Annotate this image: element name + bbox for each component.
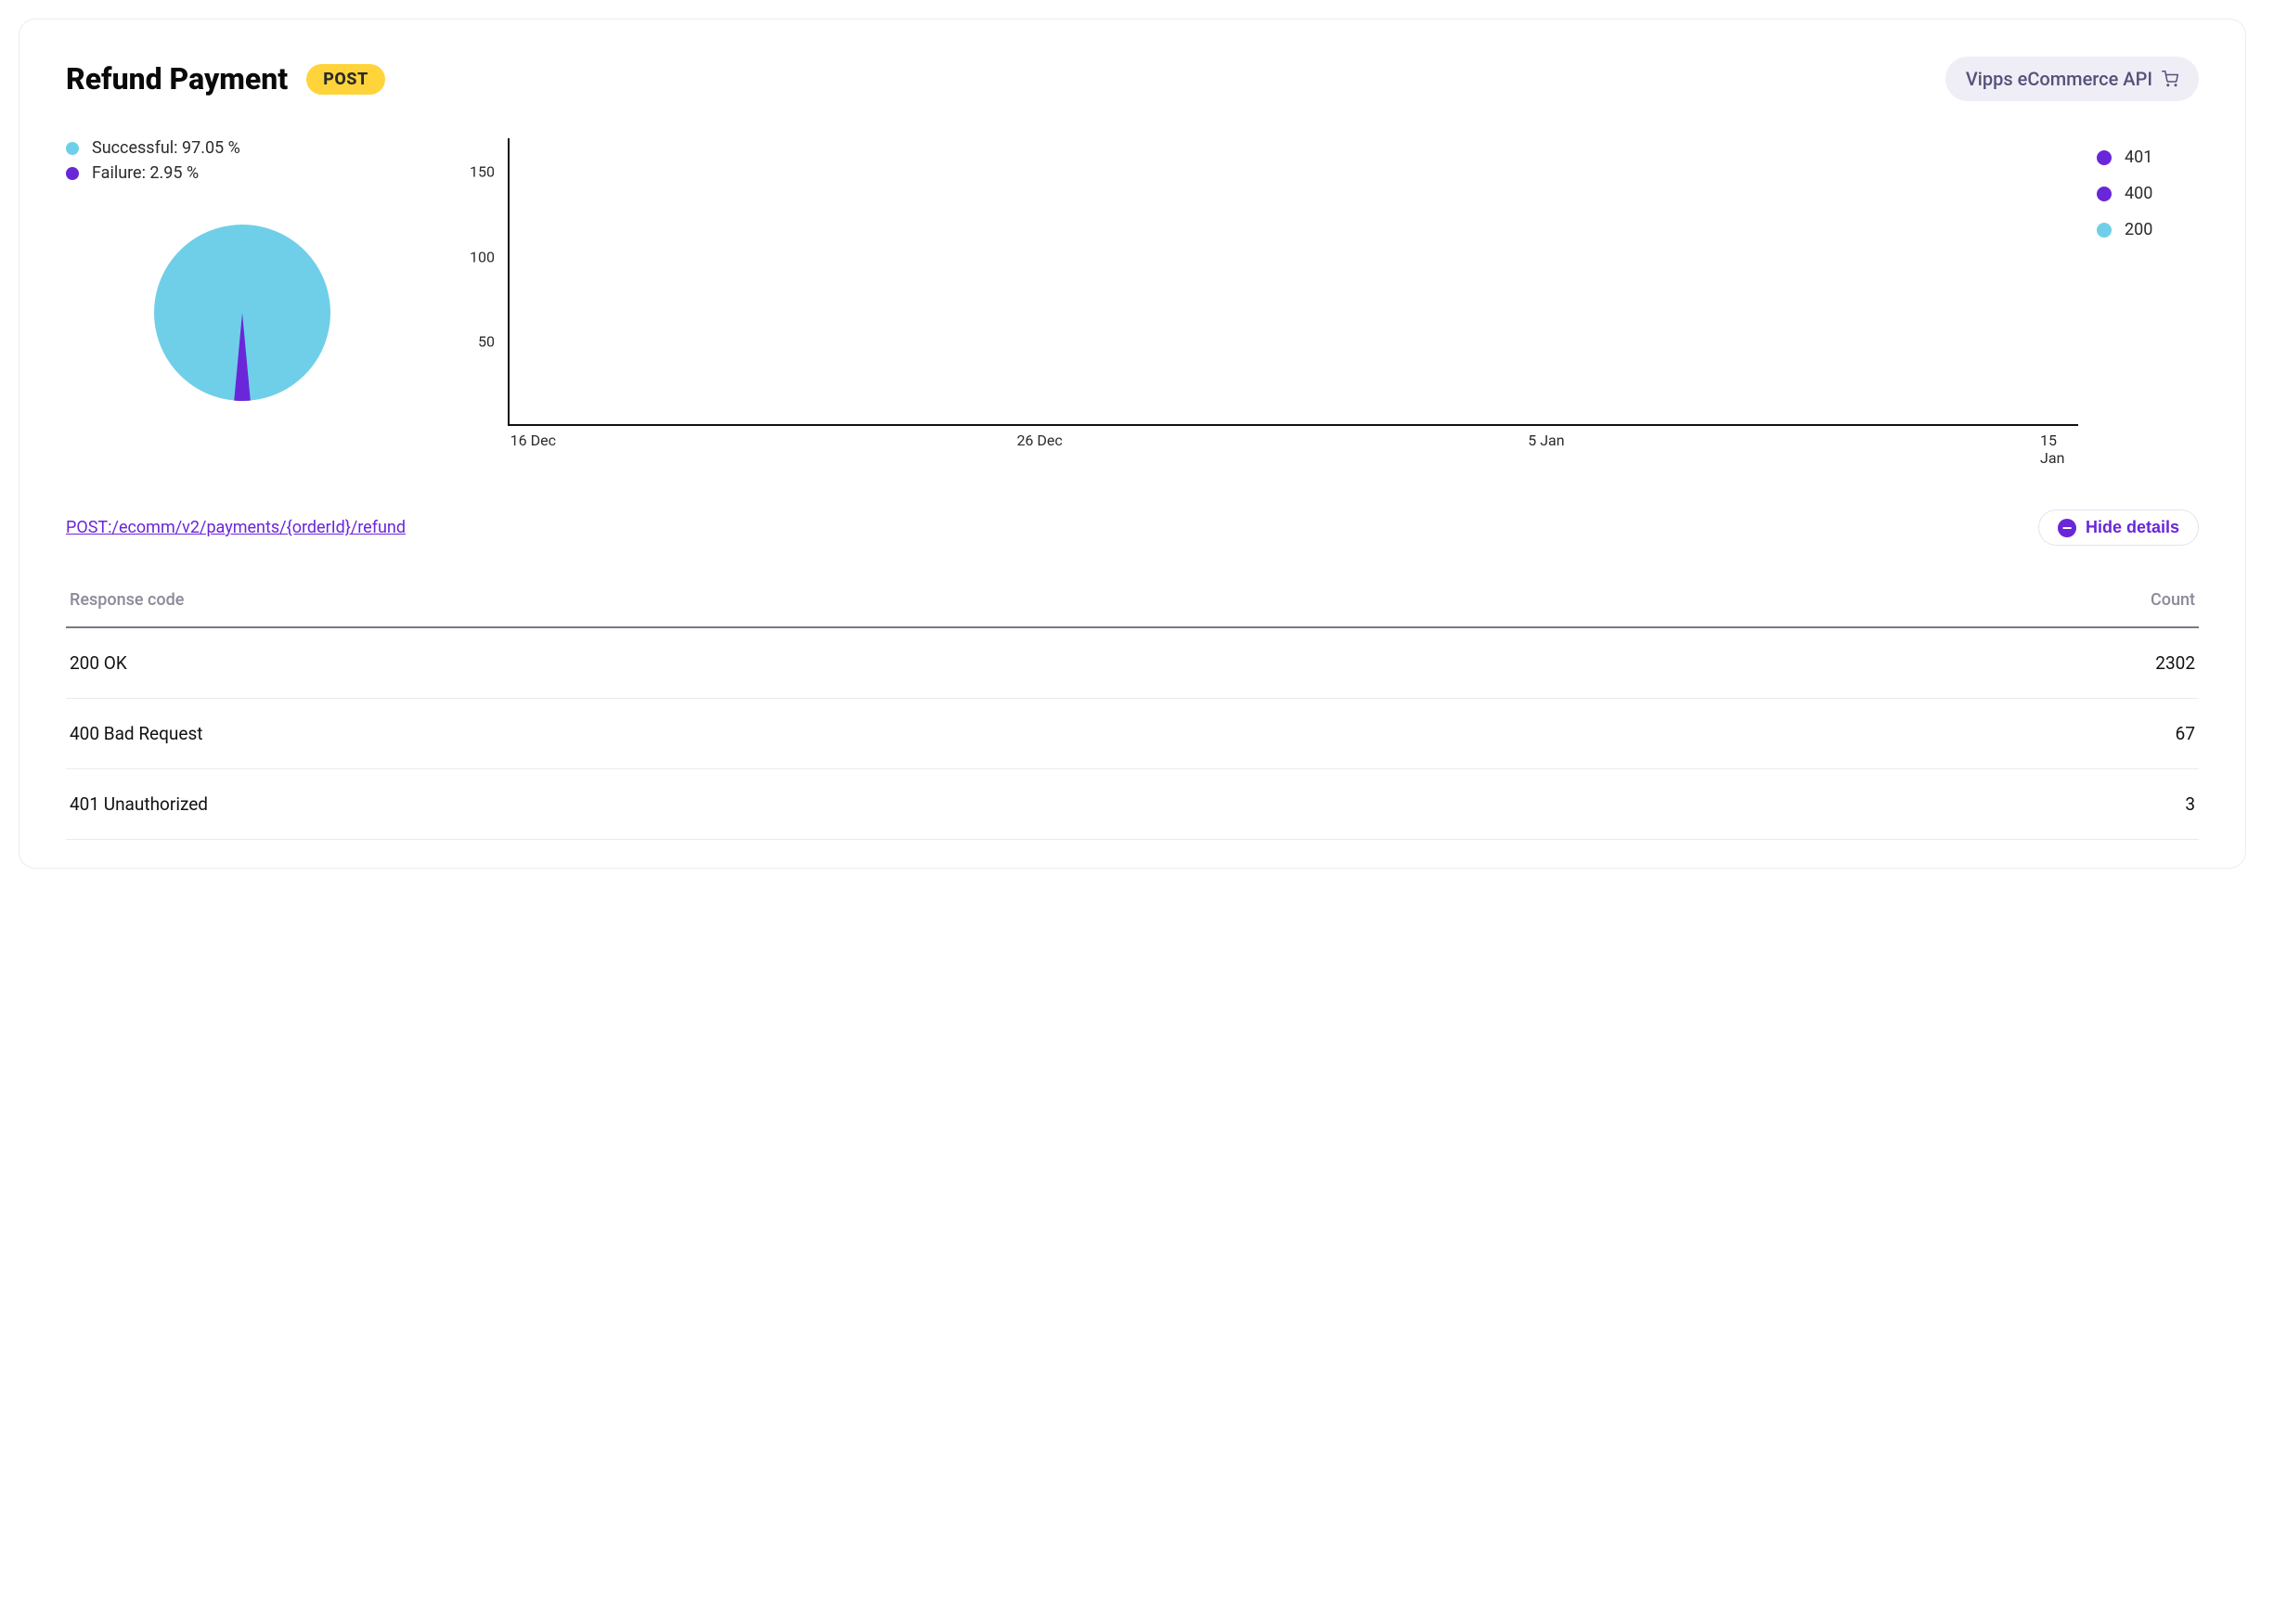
http-method-badge: POST bbox=[306, 64, 385, 95]
x-axis: 16 Dec26 Dec5 Jan15 Jan bbox=[508, 426, 2078, 454]
charts-row: Successful: 97.05 % Failure: 2.95 % 5010… bbox=[66, 138, 2199, 454]
bar-legend-200-label: 200 bbox=[2125, 220, 2152, 239]
title-group: Refund Payment POST bbox=[66, 61, 385, 97]
pie-column: Successful: 97.05 % Failure: 2.95 % bbox=[66, 138, 419, 454]
response-code-table: Response code Count 200 OK2302400 Bad Re… bbox=[66, 574, 2199, 840]
api-product-label: Vipps eCommerce API bbox=[1966, 68, 2152, 90]
dot-icon bbox=[66, 167, 79, 180]
bar-legend-200: 200 bbox=[2097, 220, 2199, 239]
response-code-cell: 200 OK bbox=[66, 627, 1638, 699]
table-row: 400 Bad Request67 bbox=[66, 699, 2199, 769]
bar-legend-401-label: 401 bbox=[2125, 148, 2152, 167]
dot-icon bbox=[2097, 223, 2112, 238]
dot-icon bbox=[2097, 150, 2112, 165]
count-cell: 3 bbox=[1638, 769, 2199, 840]
dot-icon bbox=[66, 142, 79, 155]
minus-circle-icon: − bbox=[2058, 519, 2076, 537]
hide-details-button[interactable]: − Hide details bbox=[2038, 509, 2199, 546]
col-count: Count bbox=[1638, 574, 2199, 627]
x-tick: 5 Jan bbox=[1528, 432, 1564, 449]
y-tick: 100 bbox=[450, 248, 495, 265]
col-response-code: Response code bbox=[66, 574, 1638, 627]
x-tick: 15 Jan bbox=[2040, 432, 2065, 467]
api-endpoint-card: Refund Payment POST Vipps eCommerce API … bbox=[19, 19, 2246, 869]
table-row: 401 Unauthorized3 bbox=[66, 769, 2199, 840]
pie-legend-successful: Successful: 97.05 % bbox=[66, 138, 419, 158]
pie-legend-failure: Failure: 2.95 % bbox=[66, 163, 419, 183]
pie-legend-successful-label: Successful: 97.05 % bbox=[92, 138, 240, 158]
bar-legend-401: 401 bbox=[2097, 148, 2199, 167]
bars-container bbox=[510, 138, 2078, 424]
pie-chart bbox=[66, 220, 419, 406]
y-axis: 50100150 bbox=[456, 138, 500, 426]
x-tick: 16 Dec bbox=[510, 432, 556, 449]
y-tick: 50 bbox=[450, 332, 495, 350]
cart-icon bbox=[2162, 71, 2178, 87]
bar-legend: 401 400 200 bbox=[2078, 138, 2199, 454]
plot-area bbox=[508, 138, 2078, 426]
bar-legend-400-label: 400 bbox=[2125, 184, 2152, 203]
header-row: Refund Payment POST Vipps eCommerce API bbox=[66, 57, 2199, 101]
api-product-chip[interactable]: Vipps eCommerce API bbox=[1945, 57, 2199, 101]
x-tick: 26 Dec bbox=[1016, 432, 1062, 449]
details-header-row: POST:/ecomm/v2/payments/{orderId}/refund… bbox=[66, 509, 2199, 546]
pie-legend-failure-label: Failure: 2.95 % bbox=[92, 163, 199, 183]
bar-chart: 50100150 16 Dec26 Dec5 Jan15 Jan bbox=[456, 138, 2078, 454]
page-title: Refund Payment bbox=[66, 61, 288, 97]
endpoint-link[interactable]: POST:/ecomm/v2/payments/{orderId}/refund bbox=[66, 518, 406, 537]
dot-icon bbox=[2097, 187, 2112, 201]
hide-details-label: Hide details bbox=[2086, 518, 2179, 537]
table-row: 200 OK2302 bbox=[66, 627, 2199, 699]
response-code-cell: 401 Unauthorized bbox=[66, 769, 1638, 840]
y-tick: 150 bbox=[450, 163, 495, 181]
bar-column: 50100150 16 Dec26 Dec5 Jan15 Jan 401 400 bbox=[456, 138, 2199, 454]
count-cell: 67 bbox=[1638, 699, 2199, 769]
count-cell: 2302 bbox=[1638, 627, 2199, 699]
bar-legend-400: 400 bbox=[2097, 184, 2199, 203]
response-code-cell: 400 Bad Request bbox=[66, 699, 1638, 769]
